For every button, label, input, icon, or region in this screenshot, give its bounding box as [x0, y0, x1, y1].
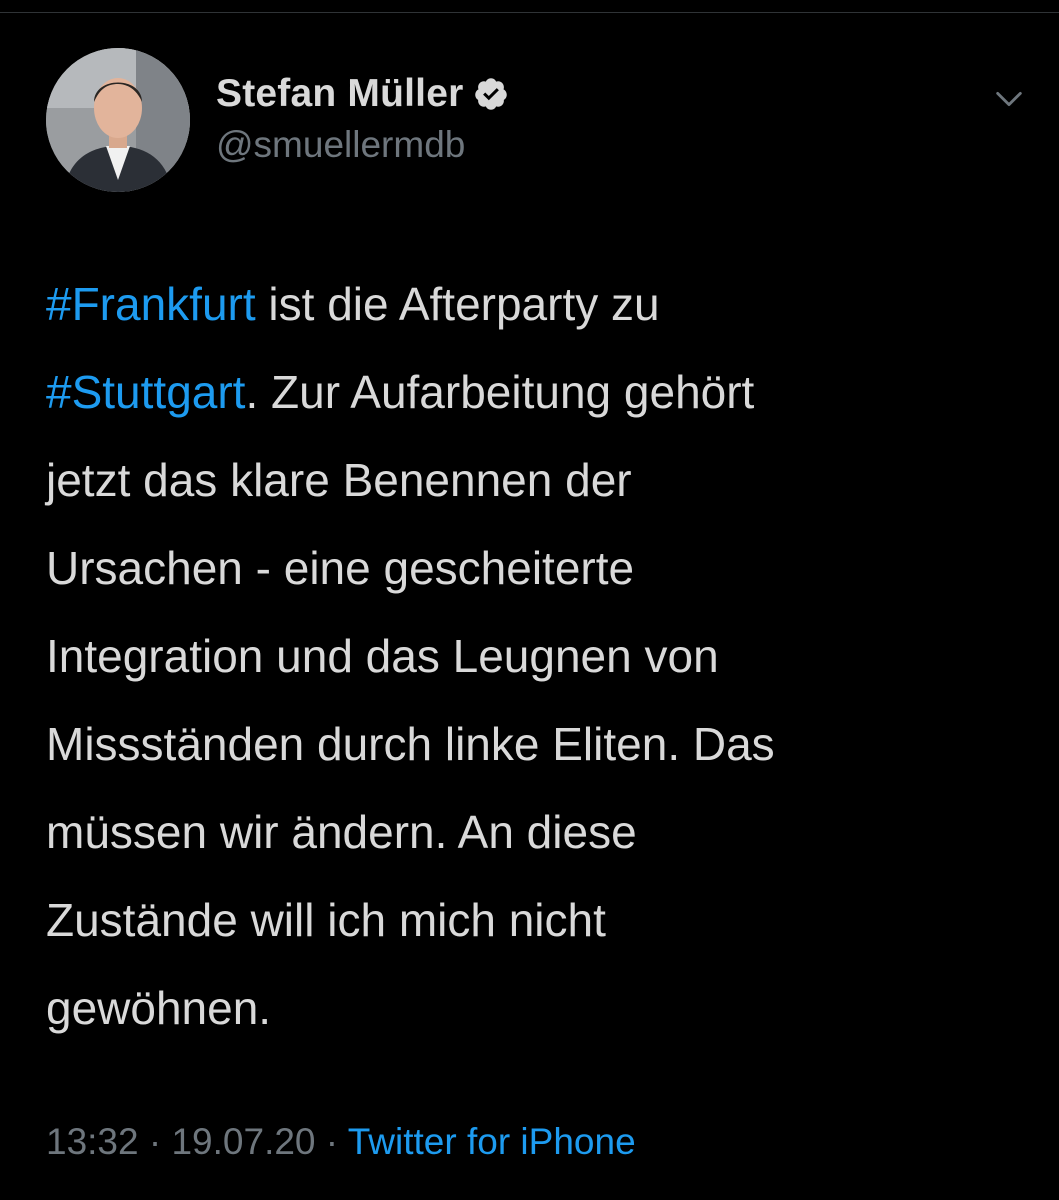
tweet-line: Missständen durch linke Eliten. Das [46, 718, 775, 770]
meta-separator: · [138, 1121, 172, 1162]
tweet-text: #Frankfurt ist die Afterparty zu #Stuttg… [46, 260, 1026, 1052]
meta-separator: · [315, 1121, 348, 1162]
source-link[interactable]: Twitter for iPhone [348, 1121, 636, 1162]
handle[interactable]: @smuellermdb [216, 124, 916, 166]
tweet-line: gewöhnen. [46, 982, 272, 1034]
tweet-meta: 13:32 · 19.07.20 · Twitter for iPhone [46, 1112, 1026, 1172]
tweet-date[interactable]: 19.07.20 [171, 1121, 315, 1162]
hashtag-link[interactable]: #Frankfurt [46, 278, 256, 330]
tweet-text-fragment: ist die Afterparty zu [255, 278, 660, 330]
tweet-text-fragment: . Zur Aufarbeitung gehört [245, 366, 755, 418]
verified-badge-icon [473, 76, 509, 112]
tweet-line: Zustände will ich mich nicht [46, 894, 606, 946]
tweet-line: müssen wir ändern. An diese [46, 806, 637, 858]
tweet-line: jetzt das klare Benennen der [46, 454, 632, 506]
tweet-line: #Frankfurt ist die Afterparty zu [46, 260, 1026, 348]
avatar-image [46, 48, 190, 192]
display-name[interactable]: Stefan Müller [216, 72, 463, 116]
hashtag-link[interactable]: #Stuttgart [46, 366, 245, 418]
tweet-time[interactable]: 13:32 [46, 1121, 139, 1162]
top-divider [0, 12, 1059, 13]
author-info[interactable]: Stefan Müller @smuellermdb [216, 68, 916, 166]
tweet-line: #Stuttgart. Zur Aufarbeitung gehört [46, 348, 1026, 436]
avatar[interactable] [46, 48, 190, 192]
chevron-down-icon[interactable] [992, 82, 1026, 116]
tweet-header: Stefan Müller @smuellermdb [46, 48, 1026, 198]
name-row: Stefan Müller [216, 68, 916, 120]
tweet-line: Integration und das Leugnen von [46, 630, 719, 682]
tweet-line: Ursachen - eine gescheiterte [46, 542, 635, 594]
